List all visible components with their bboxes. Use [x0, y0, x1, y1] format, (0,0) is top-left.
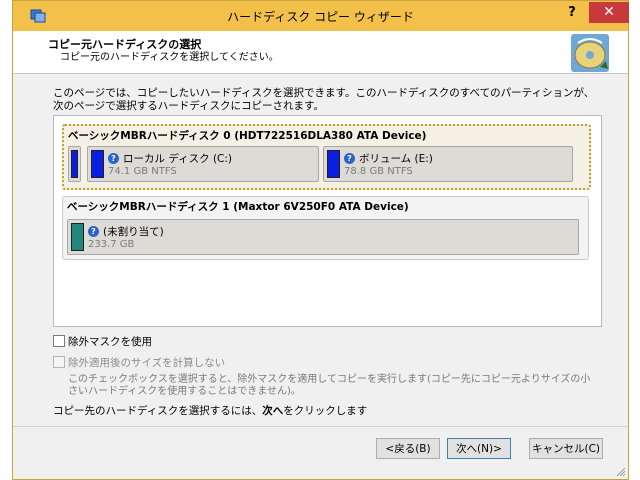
back-button[interactable]: <戻る(B) — [376, 438, 440, 459]
partition-c[interactable]: ? ローカル ディスク (C:) 74.1 GB NTFS — [87, 146, 319, 182]
window-title: ハードディスク コピー ウィザード — [227, 10, 414, 24]
instruction-suffix: をクリックします — [283, 405, 368, 417]
instruction-text: コピー先のハードディスクを選択するには、次へをクリックします — [53, 403, 367, 418]
disk-card-0[interactable]: ベーシックMBRハードディスク 0 (HDT722516DLA380 ATA D… — [62, 124, 591, 190]
disk-card-1[interactable]: ベーシックMBRハードディスク 1 (Maxtor 6V250F0 ATA De… — [62, 196, 589, 260]
partition-name: ボリューム (E:) — [359, 153, 433, 165]
footer-divider — [13, 426, 628, 427]
title-bar: ハードディスク コピー ウィザード ? ✕ — [13, 1, 629, 31]
help-button[interactable]: ? — [558, 3, 586, 23]
exclusion-note: このチェックボックスを選択すると、除外マスクを適用してコピーを実行します(コピー… — [68, 374, 591, 397]
exclusion-mask-label[interactable]: 除外マスクを使用 — [68, 334, 152, 349]
drive-icon: ? — [88, 226, 99, 237]
instruction-emphasis: 次へ — [262, 405, 284, 417]
system-partition[interactable] — [68, 146, 81, 182]
partition-bar — [327, 150, 340, 178]
instruction-prefix: コピー先のハードディスクを選択するには、 — [53, 405, 263, 417]
partition-info: 233.7 GB — [88, 239, 135, 250]
exclusion-mask-checkbox[interactable] — [53, 335, 65, 347]
disk-list: ベーシックMBRハードディスク 0 (HDT722516DLA380 ATA D… — [53, 115, 602, 327]
drive-icon: ? — [344, 153, 355, 164]
partition-e[interactable]: ? ボリューム (E:) 78.8 GB NTFS — [323, 146, 573, 182]
cancel-button[interactable]: キャンセル(C) — [529, 438, 603, 459]
partition-name: (未割り当て) — [103, 226, 164, 238]
wizard-header: コピー元ハードディスクの選択 コピー元のハードディスクを選択してください。 — [13, 31, 628, 74]
next-button[interactable]: 次へ(N)> — [447, 438, 511, 459]
header-subtitle: コピー元のハードディスクを選択してください。 — [60, 52, 279, 63]
disk-title: ベーシックMBRハードディスク 0 (HDT722516DLA380 ATA D… — [68, 130, 427, 142]
disk-title: ベーシックMBRハードディスク 1 (Maxtor 6V250F0 ATA De… — [67, 201, 409, 213]
partition-bar — [71, 150, 78, 178]
partition-name: ローカル ディスク (C:) — [123, 153, 233, 165]
calc-size-label: 除外適用後のサイズを計算しない — [68, 357, 226, 369]
resize-grip-icon[interactable] — [616, 467, 626, 477]
wizard-window: ハードディスク コピー ウィザード ? ✕ コピー元ハードディスクの選択 コピー… — [12, 0, 629, 480]
partition-unallocated[interactable]: ? (未割り当て) 233.7 GB — [67, 219, 579, 255]
partition-bar — [91, 150, 104, 178]
partition-info: 74.1 GB NTFS — [108, 166, 177, 177]
partition-bar — [71, 223, 84, 251]
calc-size-checkbox — [53, 356, 65, 368]
close-button[interactable]: ✕ — [589, 2, 629, 23]
page-description: このページでは、コピーしたいハードディスクを選択できます。このハードディスクのす… — [53, 87, 595, 112]
disk-copy-wizard-icon — [571, 34, 609, 72]
partition-info: 78.8 GB NTFS — [344, 166, 413, 177]
drive-icon: ? — [108, 153, 119, 164]
